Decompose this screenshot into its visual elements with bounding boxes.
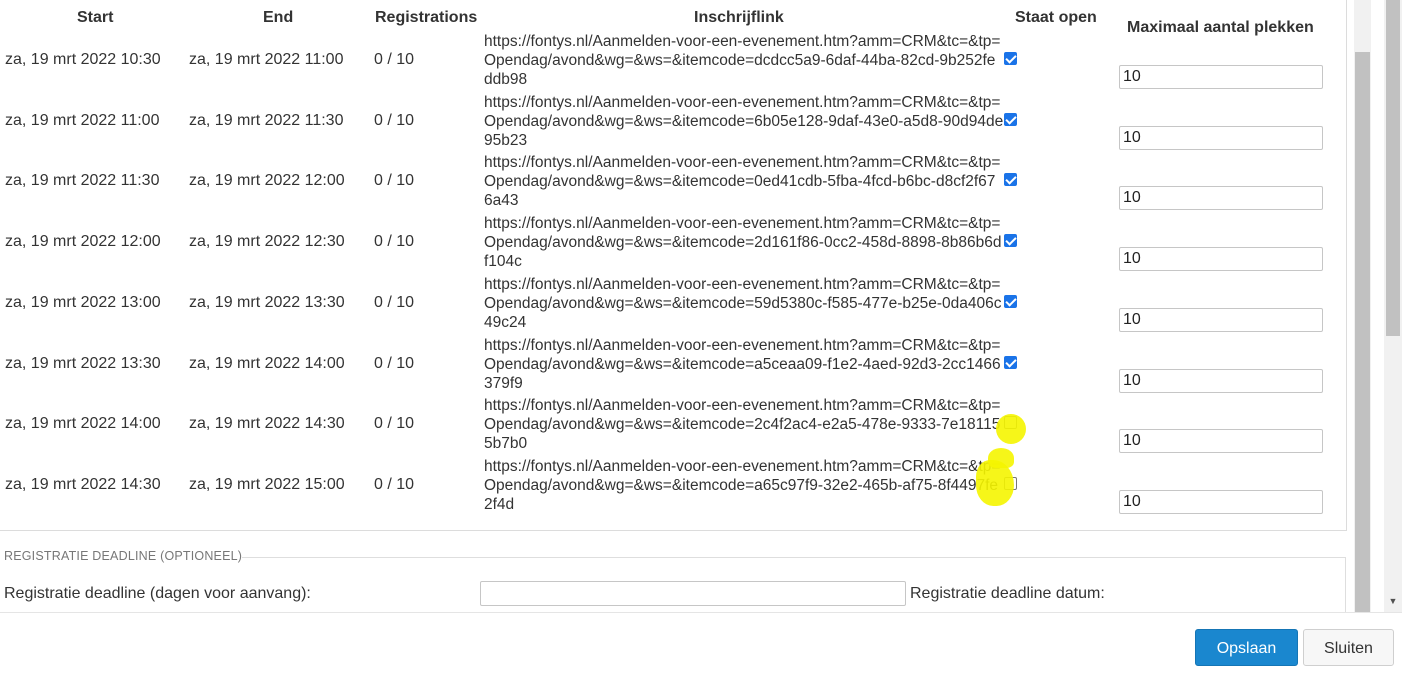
header-link: Inschrijflink [694, 9, 784, 26]
registrations-count: 0 / 10 [374, 51, 415, 68]
end-time: za, 19 mrt 2022 11:30 [189, 112, 344, 129]
start-time: za, 19 mrt 2022 14:00 [5, 415, 161, 432]
open-checkbox[interactable] [1004, 173, 1017, 186]
max-places-input[interactable] [1119, 429, 1323, 453]
deadline-days-input[interactable] [480, 581, 906, 606]
deadline-days-label: Registratie deadline (dagen voor aanvang… [4, 585, 311, 602]
registrations-count: 0 / 10 [374, 415, 415, 432]
open-checkbox[interactable] [1004, 52, 1017, 65]
registration-link: https://fontys.nl/Aanmelden-voor-een-eve… [484, 397, 1001, 452]
start-time: za, 19 mrt 2022 10:30 [5, 51, 161, 68]
table-row: za, 19 mrt 2022 11:30 za, 19 mrt 2022 12:… [0, 153, 1340, 213]
open-checkbox[interactable] [1004, 356, 1017, 369]
open-checkbox[interactable] [1004, 113, 1017, 126]
registration-link: https://fontys.nl/Aanmelden-voor-een-eve… [484, 276, 1002, 331]
close-button[interactable]: Sluiten [1303, 629, 1394, 666]
deadline-section: REGISTRATIE DEADLINE (OPTIONEEL) Registr… [0, 547, 1346, 612]
scroll-down-arrow-icon[interactable]: ▼ [1386, 594, 1400, 608]
dialog-footer: Opslaan Sluiten [0, 612, 1402, 680]
max-places-input[interactable] [1119, 490, 1323, 514]
inner-scrollbar-thumb[interactable] [1355, 52, 1370, 612]
registration-link: https://fontys.nl/Aanmelden-voor-een-eve… [484, 215, 1002, 270]
open-checkbox[interactable] [1004, 295, 1017, 308]
start-time: za, 19 mrt 2022 12:00 [5, 233, 161, 250]
open-checkbox[interactable] [1004, 234, 1017, 247]
registration-link: https://fontys.nl/Aanmelden-voor-een-eve… [484, 337, 1001, 392]
end-time: za, 19 mrt 2022 11:00 [189, 51, 344, 68]
registrations-count: 0 / 10 [374, 112, 415, 129]
max-places-input[interactable] [1119, 247, 1323, 271]
highlight-mark [996, 414, 1026, 444]
max-places-input[interactable] [1119, 65, 1323, 89]
start-time: za, 19 mrt 2022 11:30 [5, 172, 160, 189]
table-row: za, 19 mrt 2022 14:00 za, 19 mrt 2022 14:… [0, 396, 1340, 456]
max-places-input[interactable] [1119, 308, 1323, 332]
end-time: za, 19 mrt 2022 13:30 [189, 294, 345, 311]
header-open: Staat open [1015, 9, 1097, 26]
deadline-date-label: Registratie deadline datum: [910, 585, 1105, 602]
header-start: Start [77, 9, 114, 26]
start-time: za, 19 mrt 2022 13:30 [5, 355, 161, 372]
registration-link: https://fontys.nl/Aanmelden-voor-een-eve… [484, 94, 1004, 149]
registrations-count: 0 / 10 [374, 172, 415, 189]
section-title: REGISTRATIE DEADLINE (OPTIONEEL) [4, 549, 243, 563]
header-end: End [263, 9, 294, 26]
table-row: za, 19 mrt 2022 10:30 za, 19 mrt 2022 11:… [0, 32, 1340, 92]
save-button[interactable]: Opslaan [1195, 629, 1298, 666]
start-time: za, 19 mrt 2022 14:30 [5, 476, 161, 493]
dialog-content: Start End Registrations Inschrijflink St… [0, 0, 1354, 612]
table-row: za, 19 mrt 2022 13:30 za, 19 mrt 2022 14:… [0, 336, 1340, 396]
end-time: za, 19 mrt 2022 14:00 [189, 355, 345, 372]
registrations-count: 0 / 10 [374, 476, 415, 493]
header-registrations: Registrations [375, 9, 478, 26]
end-time: za, 19 mrt 2022 12:30 [189, 233, 345, 250]
registrations-count: 0 / 10 [374, 294, 415, 311]
registrations-count: 0 / 10 [374, 233, 415, 250]
registration-link: https://fontys.nl/Aanmelden-voor-een-eve… [484, 154, 1001, 209]
start-time: za, 19 mrt 2022 13:00 [5, 294, 161, 311]
end-time: za, 19 mrt 2022 12:00 [189, 172, 345, 189]
highlight-mark [988, 448, 1014, 468]
timeslot-table: Start End Registrations Inschrijflink St… [0, 0, 1347, 531]
max-places-input[interactable] [1119, 126, 1323, 150]
registration-link: https://fontys.nl/Aanmelden-voor-een-eve… [484, 33, 1001, 88]
table-row: za, 19 mrt 2022 11:00 za, 19 mrt 2022 11:… [0, 93, 1340, 153]
registration-link: https://fontys.nl/Aanmelden-voor-een-eve… [484, 458, 1001, 513]
registrations-count: 0 / 10 [374, 355, 415, 372]
max-places-input[interactable] [1119, 186, 1323, 210]
start-time: za, 19 mrt 2022 11:00 [5, 112, 160, 129]
table-row: za, 19 mrt 2022 12:00 za, 19 mrt 2022 12:… [0, 214, 1340, 274]
max-places-input[interactable] [1119, 369, 1323, 393]
end-time: za, 19 mrt 2022 14:30 [189, 415, 345, 432]
page-scrollbar-thumb[interactable] [1386, 0, 1400, 336]
table-row: za, 19 mrt 2022 13:00 za, 19 mrt 2022 13:… [0, 275, 1340, 335]
end-time: za, 19 mrt 2022 15:00 [189, 476, 345, 493]
table-row: za, 19 mrt 2022 14:30 za, 19 mrt 2022 15:… [0, 457, 1340, 517]
